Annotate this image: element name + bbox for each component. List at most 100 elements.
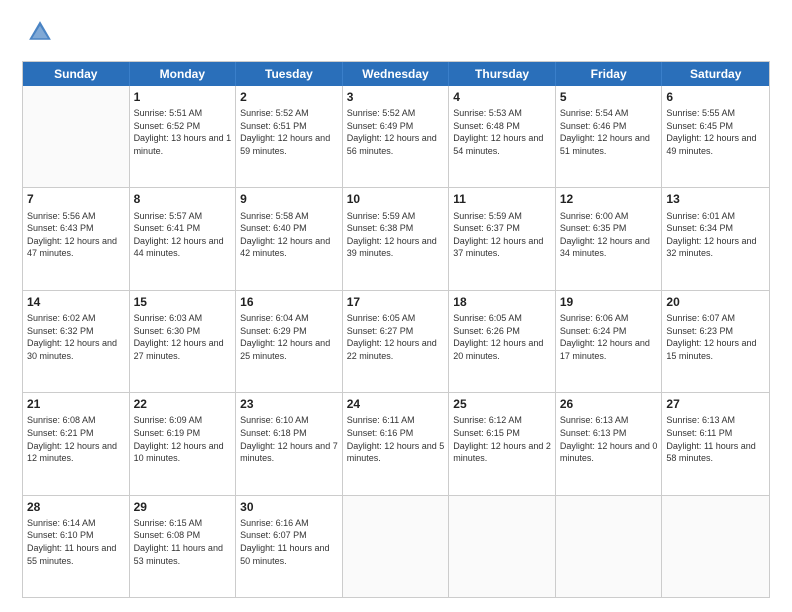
cell-info: Sunrise: 6:05 AMSunset: 6:27 PMDaylight:… [347,312,445,362]
daylight-text: Daylight: 12 hours and 54 minutes. [453,133,543,156]
day-number: 25 [453,396,551,412]
cell-info: Sunrise: 6:11 AMSunset: 6:16 PMDaylight:… [347,414,445,464]
sunset-text: Sunset: 6:34 PM [666,223,733,233]
day-number: 16 [240,294,338,310]
sunset-text: Sunset: 6:18 PM [240,428,307,438]
day-cell-17: 17 Sunrise: 6:05 AMSunset: 6:27 PMDayligh… [343,291,450,392]
sunrise-text: Sunrise: 6:12 AM [453,415,522,425]
weekday-header-sunday: Sunday [23,62,130,86]
sunrise-text: Sunrise: 6:10 AM [240,415,309,425]
cell-info: Sunrise: 5:58 AMSunset: 6:40 PMDaylight:… [240,210,338,260]
day-cell-6: 6Sunrise: 5:55 AMSunset: 6:45 PMDaylight… [662,86,769,187]
daylight-text: Daylight: 12 hours and 20 minutes. [453,338,543,361]
sunset-text: Sunset: 6:08 PM [134,530,201,540]
cell-info: Sunrise: 6:16 AMSunset: 6:07 PMDaylight:… [240,517,338,567]
cell-info: Sunrise: 5:59 AMSunset: 6:37 PMDaylight:… [453,210,551,260]
sunrise-text: Sunrise: 5:54 AM [560,108,629,118]
cell-info: Sunrise: 6:13 AMSunset: 6:13 PMDaylight:… [560,414,658,464]
weekday-header-wednesday: Wednesday [343,62,450,86]
day-number: 1 [134,89,232,105]
day-number: 27 [666,396,765,412]
sunrise-text: Sunrise: 6:03 AM [134,313,203,323]
sunset-text: Sunset: 6:46 PM [560,121,627,131]
day-number: 29 [134,499,232,515]
day-number: 19 [560,294,658,310]
day-cell-5: 5Sunrise: 5:54 AMSunset: 6:46 PMDaylight… [556,86,663,187]
day-number: 26 [560,396,658,412]
day-cell-16: 16Sunrise: 6:04 AMSunset: 6:29 PMDayligh… [236,291,343,392]
daylight-text: Daylight: 12 hours and 30 minutes. [27,338,117,361]
daylight-text: Daylight: 12 hours and 47 minutes. [27,236,117,259]
daylight-text: Daylight: 12 hours and 27 minutes. [134,338,224,361]
cell-info: Sunrise: 6:10 AMSunset: 6:18 PMDaylight:… [240,414,338,464]
calendar: SundayMondayTuesdayWednesdayThursdayFrid… [22,61,770,598]
day-number: 18 [453,294,551,310]
sunrise-text: Sunrise: 5:51 AM [134,108,203,118]
calendar-row-1: 7Sunrise: 5:56 AMSunset: 6:43 PMDaylight… [23,187,769,289]
daylight-text: Daylight: 13 hours and 1 minute. [134,133,232,156]
sunset-text: Sunset: 6:43 PM [27,223,94,233]
day-cell-26: 26 Sunrise: 6:13 AMSunset: 6:13 PMDayligh… [556,393,663,494]
calendar-header: SundayMondayTuesdayWednesdayThursdayFrid… [23,62,769,86]
logo-icon [26,18,54,46]
sunset-text: Sunset: 6:35 PM [560,223,627,233]
cell-info: Sunrise: 5:57 AMSunset: 6:41 PMDaylight:… [134,210,232,260]
sunset-text: Sunset: 6:48 PM [453,121,520,131]
day-cell-30: 30Sunrise: 6:16 AMSunset: 6:07 PMDayligh… [236,496,343,597]
cell-info: Sunrise: 5:52 AMSunset: 6:49 PMDaylight:… [347,107,445,157]
cell-info: Sunrise: 6:15 AMSunset: 6:08 PMDaylight:… [134,517,232,567]
cell-info: Sunrise: 5:56 AM Sunset: 6:43 PM Daylight:… [27,210,125,260]
cell-info: Sunrise: 6:07 AMSunset: 6:23 PMDaylight:… [666,312,765,362]
sunset-text: Sunset: 6:49 PM [347,121,414,131]
day-cell-22: 22Sunrise: 6:09 AMSunset: 6:19 PMDayligh… [130,393,237,494]
cell-info: Sunrise: 5:52 AMSunset: 6:51 PMDaylight:… [240,107,338,157]
daylight-text: Daylight: 12 hours and 56 minutes. [347,133,437,156]
day-number: 23 [240,396,338,412]
cell-info: Sunrise: 6:13 AMSunset: 6:11 PMDaylight:… [666,414,765,464]
header [22,18,770,51]
sunrise-text: Sunrise: 6:00 AM [560,211,629,221]
day-number: 20 [666,294,765,310]
cell-info: Sunrise: 6:03 AMSunset: 6:30 PMDaylight:… [134,312,232,362]
day-cell-20: 20 Sunrise: 6:07 AMSunset: 6:23 PMDayligh… [662,291,769,392]
sunset-text: Sunset: 6:37 PM [453,223,520,233]
daylight-text: Daylight: 12 hours and 39 minutes. [347,236,437,259]
calendar-row-0: 1 Sunrise: 5:51 AMSunset: 6:52 PMDaylight… [23,86,769,187]
day-number: 13 [666,191,765,207]
sunrise-text: Sunrise: 6:09 AM [134,415,203,425]
cell-info: Sunrise: 5:54 AMSunset: 6:46 PMDaylight:… [560,107,658,157]
daylight-text: Daylight: 12 hours and 2 minutes. [453,441,551,464]
cell-info: Sunrise: 5:51 AMSunset: 6:52 PMDaylight:… [134,107,232,157]
sunrise-text: Sunrise: 5:56 AM [27,211,96,221]
day-cell-18: 18 Sunrise: 6:05 AMSunset: 6:26 PMDayligh… [449,291,556,392]
cell-info: Sunrise: 6:05 AMSunset: 6:26 PMDaylight:… [453,312,551,362]
day-cell-3: 3 Sunrise: 5:52 AMSunset: 6:49 PMDaylight… [343,86,450,187]
sunrise-text: Sunrise: 6:05 AM [453,313,522,323]
day-number: 22 [134,396,232,412]
day-cell-28: 28Sunrise: 6:14 AMSunset: 6:10 PMDayligh… [23,496,130,597]
day-number: 3 [347,89,445,105]
day-number: 21 [27,396,125,412]
day-number: 5 [560,89,658,105]
sunrise-text: Sunrise: 5:58 AM [240,211,309,221]
daylight-text: Daylight: 11 hours and 58 minutes. [666,441,755,464]
sunset-text: Sunset: 6:10 PM [27,530,94,540]
sunset-text: Sunset: 6:19 PM [134,428,201,438]
day-number: 28 [27,499,125,515]
sunset-text: Sunset: 6:32 PM [27,326,94,336]
day-cell-11: 11Sunrise: 5:59 AMSunset: 6:37 PMDayligh… [449,188,556,289]
calendar-body: 1 Sunrise: 5:51 AMSunset: 6:52 PMDaylight… [23,86,769,597]
sunset-text: Sunset: 6:13 PM [560,428,627,438]
daylight-text: Daylight: 12 hours and 5 minutes. [347,441,445,464]
sunrise-text: Sunrise: 6:06 AM [560,313,629,323]
daylight-text: Daylight: 12 hours and 0 minutes. [560,441,658,464]
sunrise-text: Sunrise: 6:01 AM [666,211,735,221]
sunrise-text: Sunrise: 5:55 AM [666,108,735,118]
day-cell-25: 25Sunrise: 6:12 AMSunset: 6:15 PMDayligh… [449,393,556,494]
day-cell-23: 23Sunrise: 6:10 AMSunset: 6:18 PMDayligh… [236,393,343,494]
calendar-row-2: 14Sunrise: 6:02 AMSunset: 6:32 PMDayligh… [23,290,769,392]
day-number: 6 [666,89,765,105]
empty-cell [449,496,556,597]
cell-info: Sunrise: 6:01 AMSunset: 6:34 PMDaylight:… [666,210,765,260]
day-number: 17 [347,294,445,310]
